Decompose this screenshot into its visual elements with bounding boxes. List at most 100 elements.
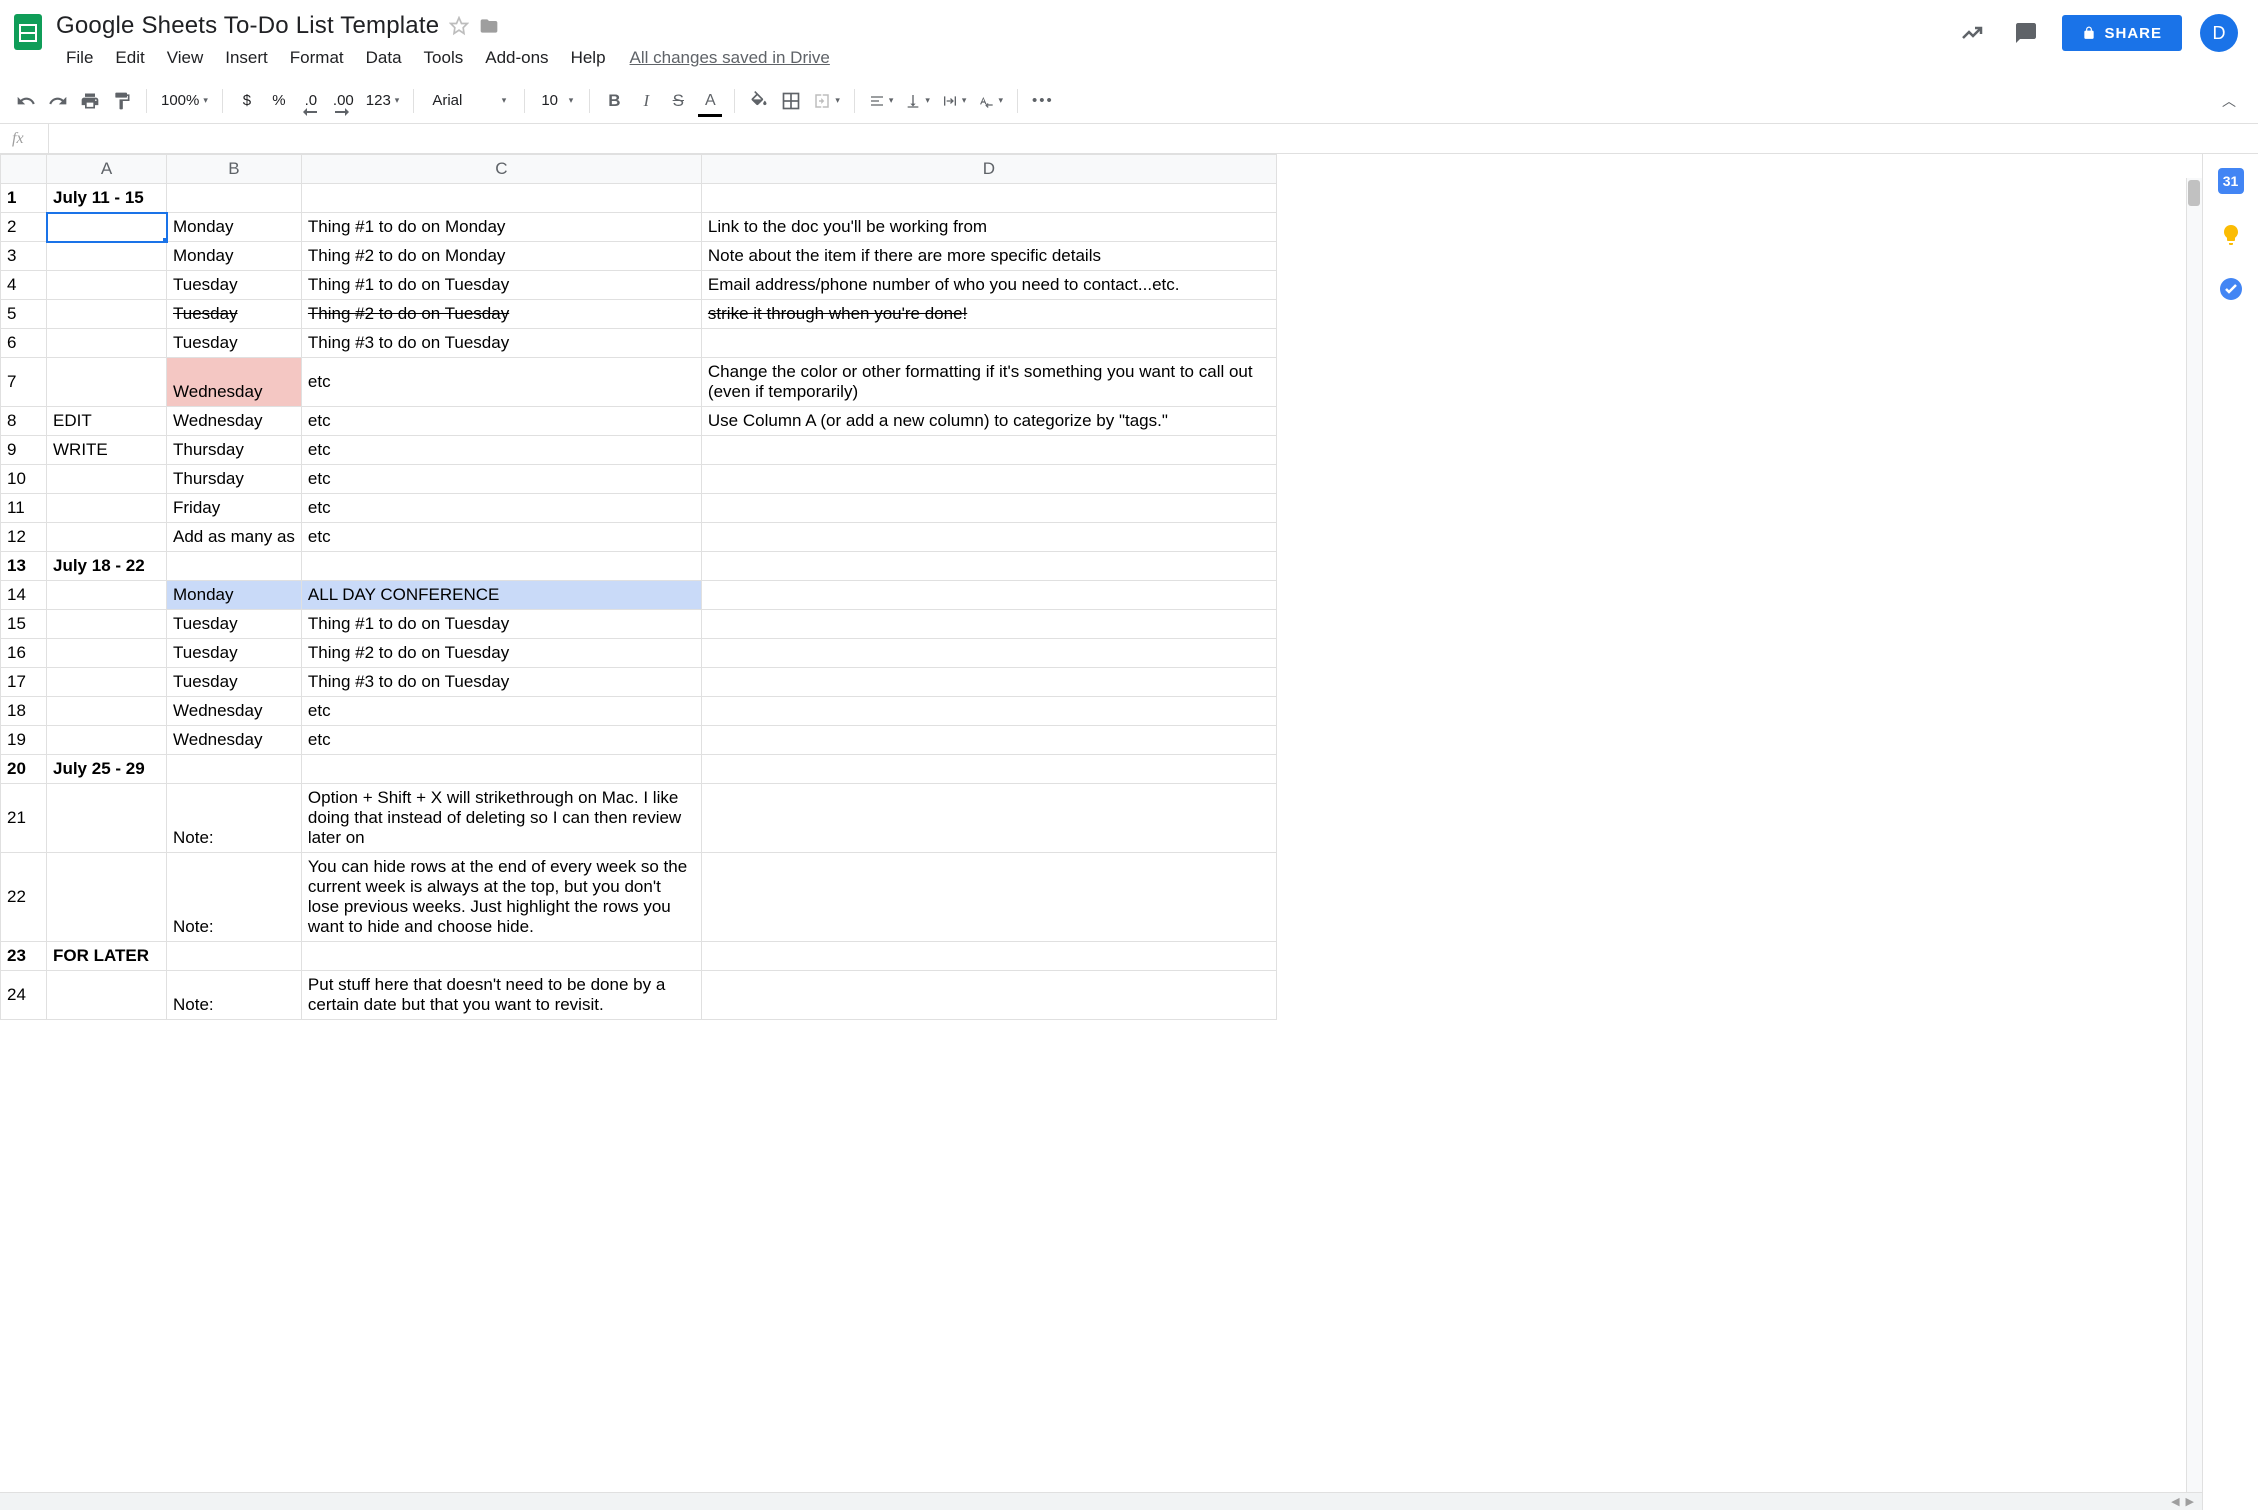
cell[interactable]: Monday [167, 581, 302, 610]
cell[interactable]: etc [301, 407, 701, 436]
cell[interactable] [701, 436, 1276, 465]
cell[interactable]: Friday [167, 494, 302, 523]
paint-format-button[interactable] [108, 87, 136, 115]
decrease-decimal-button[interactable]: .0 [297, 87, 325, 115]
cell[interactable] [701, 971, 1276, 1020]
share-button[interactable]: SHARE [2062, 15, 2182, 51]
increase-decimal-button[interactable]: .00 [329, 87, 358, 115]
cell[interactable]: Use Column A (or add a new column) to ca… [701, 407, 1276, 436]
row-header[interactable]: 14 [1, 581, 47, 610]
fill-color-button[interactable] [745, 87, 773, 115]
cell[interactable] [47, 610, 167, 639]
cell[interactable]: July 11 - 15 [47, 184, 167, 213]
vertical-scrollbar[interactable] [2186, 178, 2202, 1492]
cell[interactable] [701, 581, 1276, 610]
italic-button[interactable]: I [632, 87, 660, 115]
keep-icon[interactable] [2218, 222, 2244, 248]
cell[interactable] [47, 639, 167, 668]
row-header[interactable]: 8 [1, 407, 47, 436]
strikethrough-button[interactable]: S [664, 87, 692, 115]
menu-insert[interactable]: Insert [215, 44, 278, 72]
row-header[interactable]: 12 [1, 523, 47, 552]
cell[interactable] [301, 755, 701, 784]
cell[interactable]: etc [301, 436, 701, 465]
menu-data[interactable]: Data [356, 44, 412, 72]
cell[interactable]: Thursday [167, 436, 302, 465]
cell[interactable]: Thing #1 to do on Monday [301, 213, 701, 242]
cell[interactable]: Note: [167, 853, 302, 942]
row-header[interactable]: 3 [1, 242, 47, 271]
cell[interactable] [47, 581, 167, 610]
cell[interactable] [47, 242, 167, 271]
row-header[interactable]: 20 [1, 755, 47, 784]
more-button[interactable]: ••• [1028, 87, 1058, 115]
cell[interactable]: etc [301, 358, 701, 407]
cell[interactable]: Wednesday [167, 407, 302, 436]
v-align-button[interactable] [901, 87, 934, 115]
cell[interactable]: etc [301, 523, 701, 552]
cell[interactable] [701, 610, 1276, 639]
text-wrap-button[interactable] [938, 87, 971, 115]
cell[interactable] [47, 213, 167, 242]
cell[interactable] [47, 697, 167, 726]
borders-button[interactable] [777, 87, 805, 115]
cell[interactable]: Thing #2 to do on Tuesday [301, 300, 701, 329]
menu-format[interactable]: Format [280, 44, 354, 72]
cell[interactable] [701, 329, 1276, 358]
cell[interactable]: etc [301, 494, 701, 523]
cell[interactable]: Tuesday [167, 329, 302, 358]
cell[interactable] [301, 942, 701, 971]
cell[interactable]: Thing #3 to do on Tuesday [301, 668, 701, 697]
cell[interactable] [301, 552, 701, 581]
calendar-icon[interactable]: 31 [2218, 168, 2244, 194]
h-align-button[interactable] [865, 87, 898, 115]
cell[interactable]: Change the color or other formatting if … [701, 358, 1276, 407]
cell[interactable]: Link to the doc you'll be working from [701, 213, 1276, 242]
cell[interactable]: etc [301, 726, 701, 755]
comments-icon[interactable] [2008, 15, 2044, 51]
cell[interactable]: strike it through when you're done! [701, 300, 1276, 329]
row-header[interactable]: 18 [1, 697, 47, 726]
cell[interactable] [47, 465, 167, 494]
row-header[interactable]: 2 [1, 213, 47, 242]
row-header[interactable]: 5 [1, 300, 47, 329]
cell[interactable]: ALL DAY CONFERENCE [301, 581, 701, 610]
cell[interactable]: Wednesday [167, 697, 302, 726]
column-header-d[interactable]: D [701, 155, 1276, 184]
row-header[interactable]: 7 [1, 358, 47, 407]
cell[interactable] [701, 784, 1276, 853]
redo-button[interactable] [44, 87, 72, 115]
cell[interactable] [167, 552, 302, 581]
document-title[interactable]: Google Sheets To-Do List Template [56, 12, 439, 40]
cell[interactable] [47, 971, 167, 1020]
collapse-toolbar-button[interactable]: ︿ [2222, 91, 2246, 111]
cell[interactable] [701, 639, 1276, 668]
cell[interactable]: Wednesday [167, 726, 302, 755]
cell[interactable]: Option + Shift + X will strikethrough on… [301, 784, 701, 853]
row-header[interactable]: 9 [1, 436, 47, 465]
cell[interactable] [167, 184, 302, 213]
cell[interactable] [47, 329, 167, 358]
row-header[interactable]: 13 [1, 552, 47, 581]
cell[interactable] [701, 523, 1276, 552]
cell[interactable] [47, 726, 167, 755]
cell[interactable]: Note: [167, 971, 302, 1020]
merge-cells-button[interactable] [809, 87, 844, 115]
cell[interactable] [701, 184, 1276, 213]
cell[interactable] [701, 726, 1276, 755]
font-size-select[interactable]: 10 [535, 87, 579, 115]
print-button[interactable] [76, 87, 104, 115]
cell[interactable] [47, 784, 167, 853]
format-percent-button[interactable]: % [265, 87, 293, 115]
row-header[interactable]: 16 [1, 639, 47, 668]
cell[interactable] [47, 300, 167, 329]
text-rotate-button[interactable] [974, 87, 1007, 115]
cell[interactable]: Wednesday [167, 358, 302, 407]
undo-button[interactable] [12, 87, 40, 115]
cell[interactable] [701, 668, 1276, 697]
select-all-corner[interactable] [1, 155, 47, 184]
explore-icon[interactable] [1954, 15, 1990, 51]
font-family-select[interactable]: Arial [424, 87, 514, 115]
cell[interactable]: Thing #2 to do on Monday [301, 242, 701, 271]
cell[interactable]: FOR LATER [47, 942, 167, 971]
